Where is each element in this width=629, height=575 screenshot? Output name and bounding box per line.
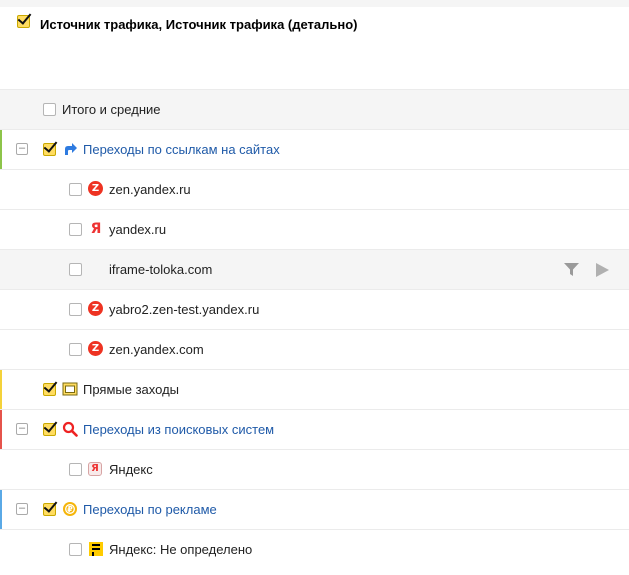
row-yandex-ru[interactable]: Я yandex.ru [0,209,629,249]
filter-icon[interactable] [564,263,579,280]
header-checkbox[interactable] [17,15,30,28]
yandex-direct-icon [88,541,104,557]
zen-icon: Z [88,341,104,357]
collapse-button[interactable]: – [16,143,28,155]
row-checkbox[interactable] [43,143,56,156]
ad-coin-icon: ₽ [62,501,78,517]
row-link-traffic[interactable]: – Переходы по ссылкам на сайтах [0,129,629,169]
row-label: yabro2.zen-test.yandex.ru [109,302,260,317]
browser-window-icon [62,381,78,397]
row-accent [0,370,2,409]
search-magnifier-icon [62,421,78,437]
top-strip [0,0,629,7]
row-checkbox[interactable] [43,503,56,516]
row-checkbox[interactable] [69,543,82,556]
row-label: zen.yandex.com [109,342,204,357]
dimension-title: Источник трафика, Источник трафика (дета… [40,17,358,32]
dimension-header: Источник трафика, Источник трафика (дета… [0,7,629,90]
totals-label: Итого и средние [62,102,161,117]
link-arrow-icon [62,141,78,157]
totals-checkbox[interactable] [43,103,56,116]
row-iframe-toloka[interactable]: iframe-toloka.com [0,249,629,289]
yandex-icon: Я [90,221,102,237]
row-checkbox[interactable] [69,463,82,476]
collapse-button[interactable]: – [16,503,28,515]
row-accent [0,410,2,449]
row-label: zen.yandex.ru [109,182,191,197]
row-checkbox[interactable] [69,263,82,276]
row-label: Яндекс [109,462,153,477]
collapse-button[interactable]: – [16,423,28,435]
row-accent [0,130,2,169]
row-checkbox[interactable] [69,183,82,196]
totals-row[interactable]: Итого и средние [0,89,629,129]
row-checkbox[interactable] [69,303,82,316]
row-label: iframe-toloka.com [109,262,213,277]
row-yandex-search[interactable]: Я Яндекс [0,449,629,489]
row-checkbox[interactable] [43,423,56,436]
traffic-source-list: Итого и средние – Переходы по ссылкам на… [0,89,629,571]
zen-icon: Z [88,181,104,197]
row-search-traffic[interactable]: – Переходы из поисковых систем [0,409,629,449]
row-ad-traffic[interactable]: – ₽ Переходы по рекламе [0,489,629,529]
row-label: yandex.ru [109,222,167,237]
row-label[interactable]: Переходы по ссылкам на сайтах [83,142,280,157]
row-label: Прямые заходы [83,382,180,397]
row-checkbox[interactable] [43,383,56,396]
row-checkbox[interactable] [69,223,82,236]
row-checkbox[interactable] [69,343,82,356]
drilldown-play-icon[interactable] [596,263,609,280]
row-label[interactable]: Переходы из поисковых систем [83,422,274,437]
row-zen-yandex-ru[interactable]: Z zen.yandex.ru [0,169,629,209]
zen-icon: Z [88,301,104,317]
row-accent [0,490,2,529]
row-yabro2-zen-test[interactable]: Z yabro2.zen-test.yandex.ru [0,289,629,329]
row-yandex-undefined[interactable]: Яндекс: Не определено [0,529,629,571]
row-label[interactable]: Переходы по рекламе [83,502,217,517]
row-label: Яндекс: Не определено [109,542,253,557]
row-direct-traffic[interactable]: Прямые заходы [0,369,629,409]
yandex-box-icon: Я [88,462,104,478]
row-zen-yandex-com[interactable]: Z zen.yandex.com [0,329,629,369]
svg-text:₽: ₽ [67,505,73,514]
